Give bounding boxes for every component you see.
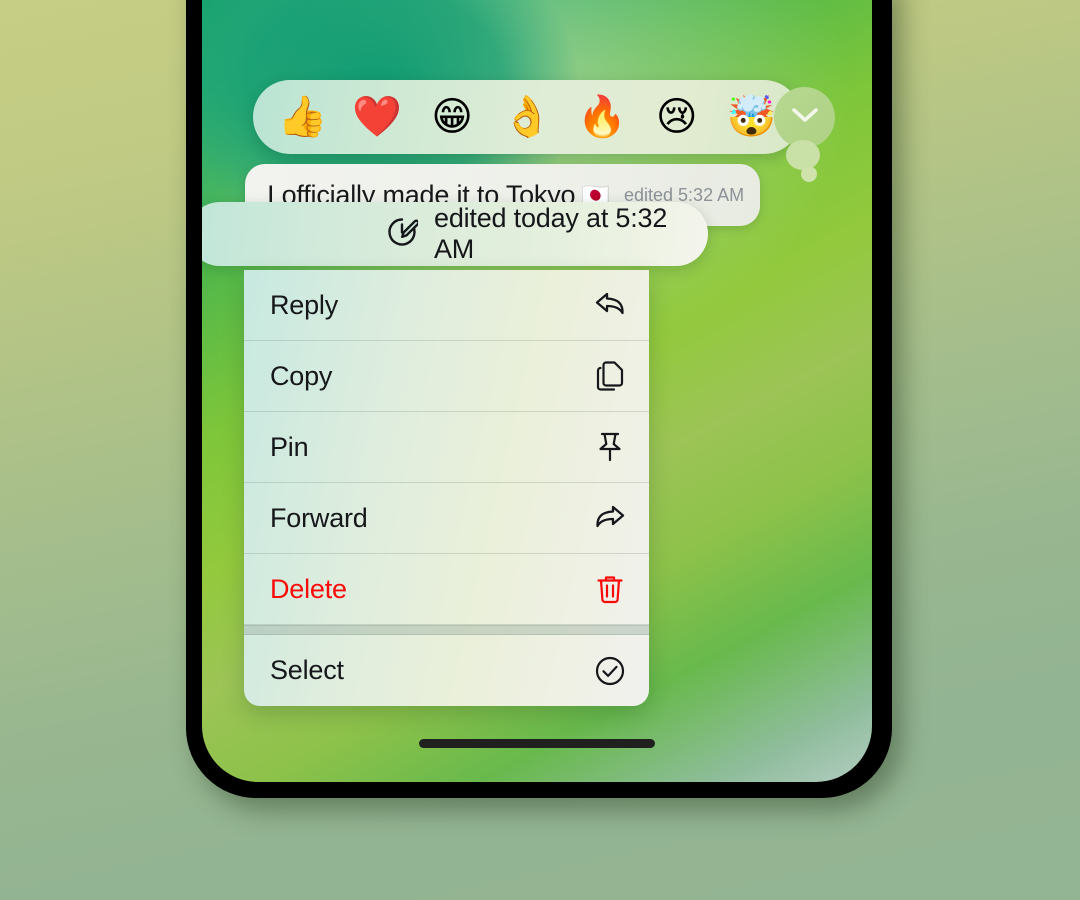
menu-item-label: Delete — [270, 573, 347, 604]
menu-item-label: Reply — [270, 289, 339, 320]
more-reactions-button[interactable] — [774, 87, 835, 148]
menu-item-pin[interactable]: Pin — [244, 412, 649, 483]
crying-face-reaction[interactable]: 😢 — [641, 97, 712, 137]
menu-item-label: Copy — [270, 360, 333, 391]
heart-reaction[interactable]: ❤️ — [342, 97, 413, 137]
edited-tooltip-text: edited today at 5:32 AM — [434, 203, 668, 264]
menu-item-label: Pin — [270, 431, 309, 462]
grinning-face-reaction[interactable]: 😁 — [417, 97, 488, 137]
home-indicator[interactable] — [419, 739, 655, 748]
phone-screen: 👍 ❤️ 😁 👌 🔥 😢 🤯 I officially made it to T… — [202, 0, 872, 782]
clock-edit-icon — [386, 216, 420, 253]
copy-documents-icon — [593, 359, 627, 393]
ok-hand-reaction[interactable]: 👌 — [492, 97, 563, 137]
menu-item-label: Forward — [270, 502, 368, 533]
context-menu: Reply Copy Pin Forward Delete Select — [244, 270, 649, 706]
trash-icon — [593, 572, 627, 606]
pushpin-icon — [593, 430, 627, 464]
menu-item-reply[interactable]: Reply — [244, 270, 649, 341]
phone-device: 👍 ❤️ 😁 👌 🔥 😢 🤯 I officially made it to T… — [186, 0, 892, 798]
menu-section-divider — [244, 625, 649, 635]
reaction-tail-small — [801, 166, 817, 182]
chevron-down-icon — [791, 106, 819, 129]
menu-item-label: Select — [270, 655, 344, 685]
fire-reaction[interactable]: 🔥 — [566, 97, 637, 137]
menu-item-copy[interactable]: Copy — [244, 341, 649, 412]
check-circle-icon — [593, 654, 627, 688]
menu-item-delete[interactable]: Delete — [244, 554, 649, 625]
reaction-tail-large — [786, 140, 820, 170]
edited-tooltip[interactable]: edited today at 5:32 AM — [202, 202, 708, 266]
emoji-reaction-bar[interactable]: 👍 ❤️ 😁 👌 🔥 😢 🤯 — [253, 80, 801, 154]
menu-item-forward[interactable]: Forward — [244, 483, 649, 554]
thumbs-up-reaction[interactable]: 👍 — [267, 97, 338, 137]
forward-arrow-icon — [593, 501, 627, 535]
menu-item-select[interactable]: Select — [244, 635, 649, 706]
reply-arrow-icon — [593, 288, 627, 322]
